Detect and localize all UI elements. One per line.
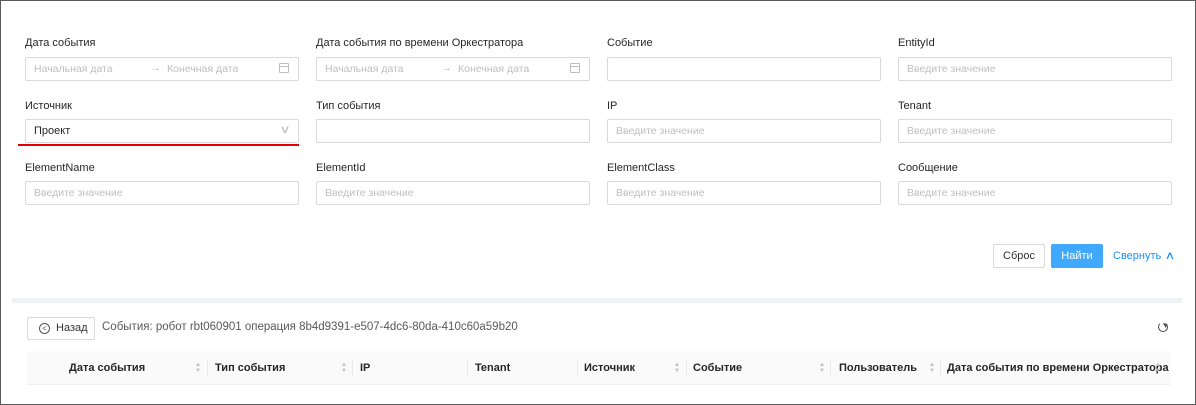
refresh-icon[interactable]: [1158, 322, 1168, 332]
ip-input[interactable]: Введите значение: [607, 119, 881, 143]
sort-icon[interactable]: ▲ ▼: [929, 362, 935, 374]
element-class-placeholder: Введите значение: [616, 187, 705, 199]
events-panel: Дата события Начальная дата → Конечная д…: [0, 0, 1196, 405]
tenant-input[interactable]: Введите значение: [898, 119, 1172, 143]
element-id-label: ElementId: [316, 162, 366, 174]
sort-icon[interactable]: ▲ ▼: [195, 362, 201, 374]
orchestrator-date-label: Дата события по времени Оркестратора: [316, 37, 524, 49]
column-header[interactable]: Tenant: [475, 351, 510, 385]
column-header[interactable]: Тип события: [215, 351, 285, 385]
range-arrow-icon: →: [150, 62, 161, 74]
sort-icon[interactable]: ▲ ▼: [341, 362, 347, 374]
events-title: События: робот rbt060901 операция 8b4d93…: [102, 321, 518, 333]
source-value: Проект: [34, 125, 71, 137]
event-date-start[interactable]: Начальная дата: [34, 63, 113, 75]
column-divider: [940, 361, 941, 375]
element-name-input[interactable]: Введите значение: [25, 181, 299, 205]
column-divider: [830, 361, 831, 375]
orchestrator-date-range-picker[interactable]: Начальная дата → Конечная дата: [316, 57, 590, 81]
event-date-label: Дата события: [25, 37, 96, 49]
back-label: Назад: [56, 322, 88, 334]
event-date-range-picker[interactable]: Начальная дата → Конечная дата: [25, 57, 299, 81]
element-id-placeholder: Введите значение: [325, 187, 414, 199]
reset-button[interactable]: Сброс: [993, 244, 1045, 268]
back-button[interactable]: < Назад: [27, 317, 95, 340]
range-arrow-icon: →: [441, 62, 452, 74]
section-divider: [12, 298, 1182, 303]
event-type-input[interactable]: [316, 119, 590, 143]
sort-icon[interactable]: ▲ ▼: [819, 362, 825, 374]
highlight-underline: [18, 144, 299, 146]
source-label: Источник: [25, 100, 72, 112]
collapse-link[interactable]: Свернуть ∧: [1113, 249, 1176, 262]
events-table-header: Дата события ▲ ▼ Тип события ▲ ▼ IP Tenant…: [27, 351, 1170, 385]
event-date-end[interactable]: Конечная дата: [167, 63, 238, 75]
orchestrator-date-end[interactable]: Конечная дата: [458, 63, 529, 75]
message-input[interactable]: Введите значение: [898, 181, 1172, 205]
element-name-placeholder: Введите значение: [34, 187, 123, 199]
message-label: Сообщение: [898, 162, 958, 174]
column-header[interactable]: Дата события по времени Оркестратора: [947, 351, 1169, 385]
column-header[interactable]: Событие: [693, 351, 742, 385]
entity-id-placeholder: Введите значение: [907, 63, 996, 75]
tenant-placeholder: Введите значение: [907, 125, 996, 137]
event-input[interactable]: [607, 57, 881, 81]
column-divider: [467, 361, 468, 375]
column-divider: [686, 361, 687, 375]
sort-icon[interactable]: ▲ ▼: [674, 362, 680, 374]
element-id-input[interactable]: Введите значение: [316, 181, 590, 205]
element-name-label: ElementName: [25, 162, 95, 174]
calendar-icon: [279, 63, 289, 73]
event-type-label: Тип события: [316, 100, 381, 112]
column-header[interactable]: Пользователь: [839, 351, 917, 385]
column-header[interactable]: Дата события: [69, 351, 145, 385]
column-header[interactable]: Источник: [584, 351, 635, 385]
message-placeholder: Введите значение: [907, 187, 996, 199]
chevron-up-icon: ∧: [1165, 250, 1176, 262]
ip-placeholder: Введите значение: [616, 125, 705, 137]
calendar-icon: [570, 63, 580, 73]
collapse-label: Свернуть: [1113, 250, 1162, 262]
ip-label: IP: [607, 100, 618, 112]
back-circle-icon: <: [39, 323, 50, 334]
column-header[interactable]: IP: [360, 351, 370, 385]
chevron-down-icon: ∨: [279, 124, 291, 136]
event-label: Событие: [607, 37, 653, 49]
element-class-label: ElementClass: [607, 162, 675, 174]
column-divider: [352, 361, 353, 375]
orchestrator-date-start[interactable]: Начальная дата: [325, 63, 404, 75]
tenant-label: Tenant: [898, 100, 932, 112]
find-button[interactable]: Найти: [1051, 244, 1103, 268]
sort-icon[interactable]: ▲ ▼: [1155, 362, 1161, 374]
source-select[interactable]: Проект ∨: [25, 119, 299, 143]
entity-id-label: EntityId: [898, 37, 935, 49]
column-divider: [207, 361, 208, 375]
column-divider: [577, 361, 578, 375]
element-class-input[interactable]: Введите значение: [607, 181, 881, 205]
entity-id-input[interactable]: Введите значение: [898, 57, 1172, 81]
